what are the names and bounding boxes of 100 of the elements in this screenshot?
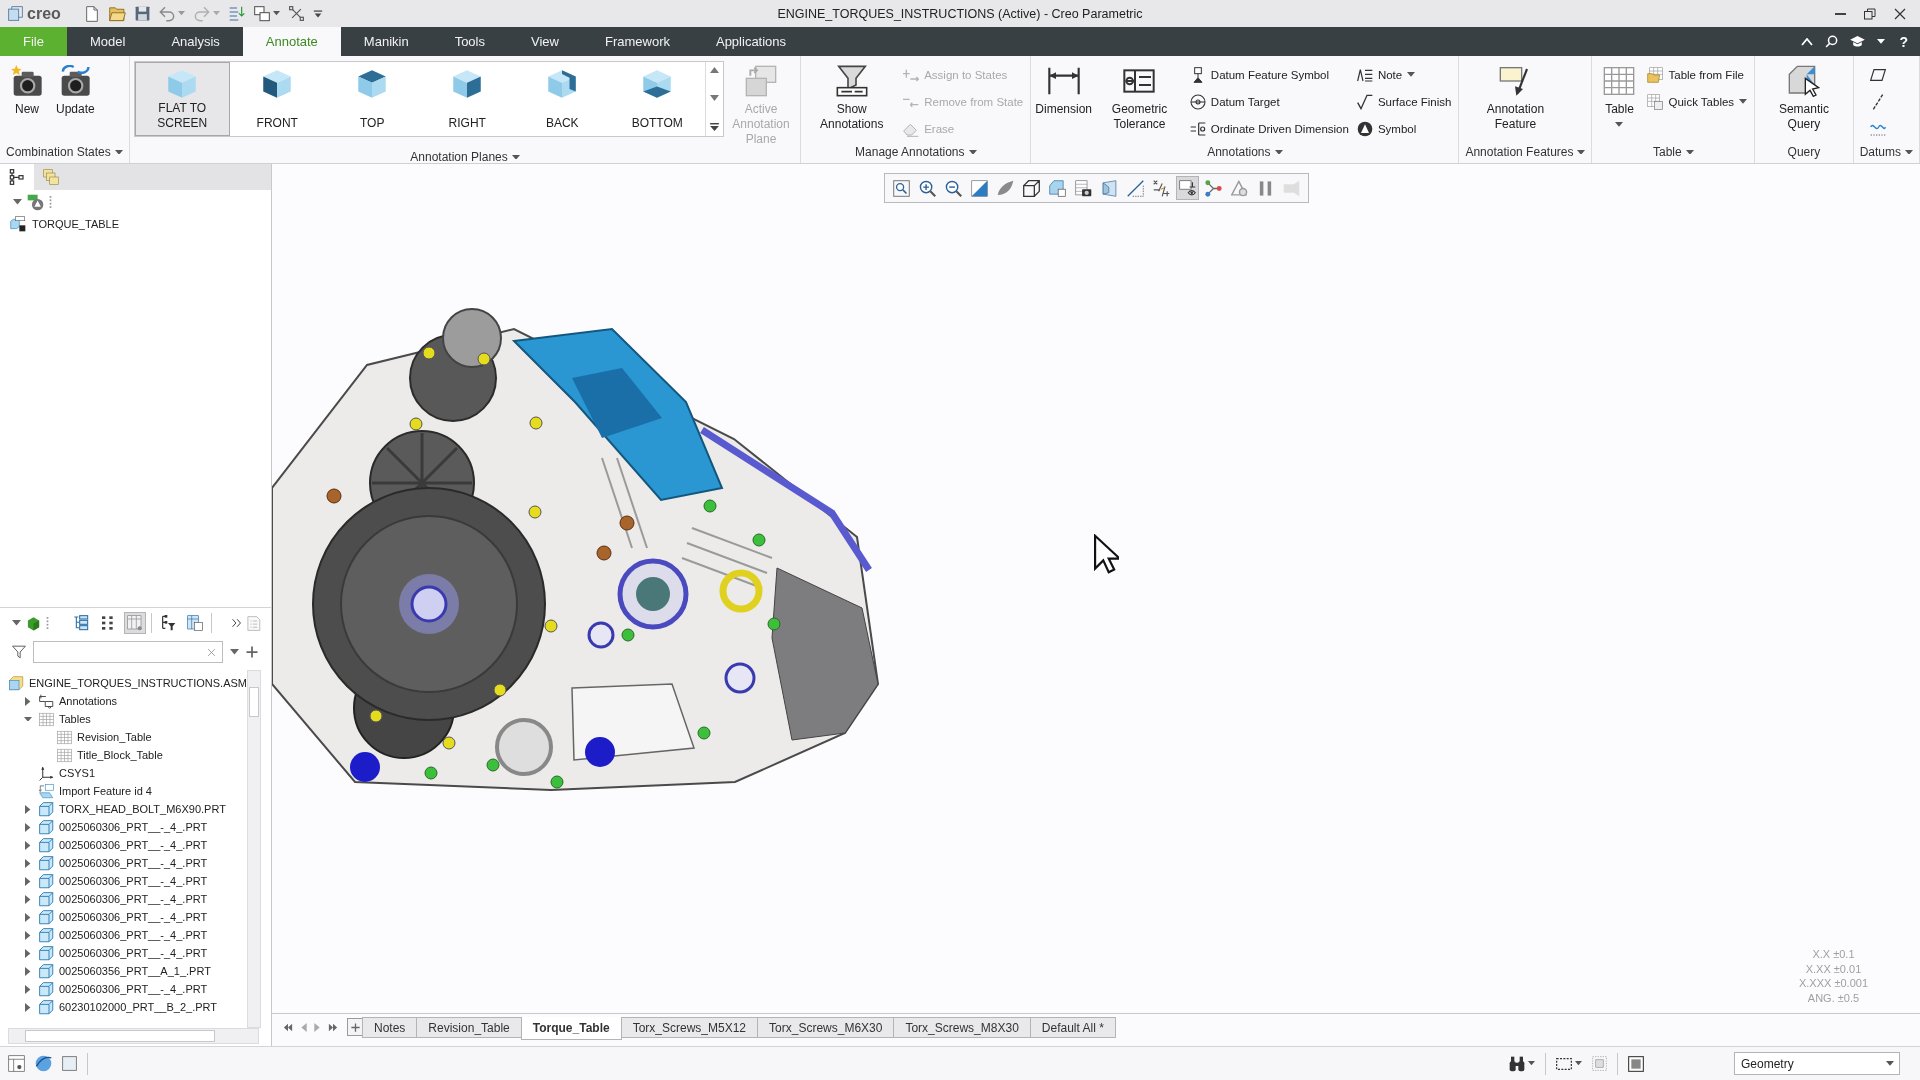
restore-icon[interactable] <box>1864 7 1876 20</box>
ribbon-tab[interactable]: View <box>508 27 582 56</box>
customize-icon[interactable] <box>312 9 323 18</box>
close-window-icon[interactable] <box>288 6 304 21</box>
caret-down-icon[interactable] <box>13 199 22 205</box>
plus-icon[interactable] <box>246 646 258 658</box>
regenerate-icon[interactable] <box>228 5 245 22</box>
tree-item[interactable]: Import Feature id 4 <box>59 785 152 797</box>
caret-down-icon[interactable] <box>12 620 21 626</box>
ribbon-tab[interactable]: Model <box>66 27 149 56</box>
group-menu-button[interactable]: Manage Annotations <box>853 145 979 159</box>
navigator-tab[interactable] <box>0 164 34 190</box>
double-chevron-icon[interactable] <box>232 618 241 628</box>
caret-right-icon[interactable] <box>25 1002 31 1012</box>
caret-down-icon[interactable] <box>230 649 239 655</box>
selection-filter-dropdown[interactable]: Geometry <box>1734 1052 1900 1075</box>
tree-item[interactable]: 0025060306_PRT__-_4_.PRT <box>59 857 208 869</box>
tree-item[interactable]: Tables <box>59 713 91 725</box>
group-menu-button[interactable]: Combination States <box>4 145 125 159</box>
caret-right-icon[interactable] <box>25 966 31 976</box>
group-menu-button[interactable]: Annotations <box>1205 145 1285 159</box>
caret-right-icon[interactable] <box>25 948 31 958</box>
tree-item[interactable]: CSYS1 <box>59 767 96 779</box>
help-button[interactable]: ? <box>1897 33 1910 50</box>
caret-right-icon[interactable] <box>25 984 31 994</box>
selection-box-icon[interactable] <box>1556 1055 1572 1072</box>
binoculars-icon[interactable] <box>1509 1055 1525 1072</box>
sheet-tab[interactable]: Torx_Screws_M6X30 <box>757 1017 895 1038</box>
ribbon-button[interactable]: Note <box>1353 63 1455 86</box>
tree-item[interactable]: 0025060306_PRT__-_4_.PRT <box>59 929 208 941</box>
add-tab-button[interactable] <box>347 1018 363 1036</box>
view-tool-button[interactable] <box>1175 176 1199 200</box>
caret-down-icon[interactable] <box>24 716 32 722</box>
ribbon-button[interactable]: Dimension <box>1035 60 1093 120</box>
caret-down-icon[interactable] <box>1528 1061 1535 1066</box>
gallery-tile[interactable]: BOTTOM <box>609 62 705 136</box>
gallery-more-icon[interactable] <box>709 123 719 131</box>
scroll-up-icon[interactable] <box>709 67 719 73</box>
ribbon-button[interactable]: Surface Finish <box>1353 90 1455 113</box>
tree-item[interactable]: 0025060306_PRT__-_4_.PRT <box>59 911 208 923</box>
window-icon[interactable] <box>62 1056 77 1071</box>
group-menu-button[interactable]: Annotation Planes <box>408 150 522 163</box>
tree-item[interactable]: 0025060306_PRT__-_4_.PRT <box>59 983 208 995</box>
tree-item[interactable]: 0025060306_PRT__-_4_.PRT <box>59 893 208 905</box>
ribbon-tab[interactable]: Manikin <box>340 27 432 56</box>
caret-right-icon[interactable] <box>25 858 31 868</box>
tree-item[interactable]: TORX_HEAD_BOLT_M6X90.PRT <box>59 803 226 815</box>
caret-right-icon[interactable] <box>25 804 31 814</box>
cube-icon[interactable] <box>26 615 41 631</box>
ribbon-button[interactable]: Table <box>1596 60 1643 130</box>
open-folder-icon[interactable] <box>108 5 126 22</box>
ribbon-button[interactable]: Geometric Tolerance <box>1094 60 1185 135</box>
more-icon[interactable] <box>46 617 49 629</box>
sheet-tab[interactable]: Torx_Screws_M8X30 <box>893 1017 1031 1038</box>
ribbon-button[interactable]: Ordinate Driven Dimension <box>1186 117 1352 140</box>
graduation-cap-icon[interactable] <box>1850 36 1866 47</box>
caret-right-icon[interactable] <box>25 876 31 886</box>
ribbon-tab[interactable]: Tools <box>431 27 508 56</box>
sheet-tab[interactable]: Torx_Screws_M5X12 <box>620 1017 759 1038</box>
ribbon-button[interactable]: Annotation Feature <box>1463 60 1568 135</box>
tree-item[interactable]: 0025060356_PRT__A_1_.PRT <box>59 965 211 977</box>
plane-icon[interactable] <box>1869 66 1886 83</box>
tree-item[interactable]: 0025060306_PRT__-_4_.PRT <box>59 821 208 833</box>
horizontal-scrollbar[interactable] <box>8 1028 259 1044</box>
sheet-tab[interactable]: Revision_Table <box>416 1017 522 1038</box>
ribbon-button[interactable]: Datum Feature Symbol <box>1186 63 1352 86</box>
sheet-tab[interactable]: Torque_Table <box>520 1017 622 1040</box>
tree-item[interactable]: ENGINE_TORQUES_INSTRUCTIONS.ASM <box>29 677 247 689</box>
minimize-icon[interactable] <box>1835 12 1846 15</box>
globe-icon[interactable] <box>35 1055 52 1072</box>
caret-right-icon[interactable] <box>25 894 31 904</box>
new-file-icon[interactable] <box>83 5 100 22</box>
ribbon-button[interactable]: Update <box>52 60 99 120</box>
tree-item[interactable]: 60230102000_PRT__B_2_.PRT <box>59 1001 217 1013</box>
caret-right-icon[interactable] <box>25 822 31 832</box>
save-icon[interactable] <box>134 6 150 21</box>
caret-right-icon[interactable] <box>25 912 31 922</box>
scroll-down-icon[interactable] <box>709 95 719 101</box>
gallery-tile[interactable]: BACK <box>514 62 610 136</box>
tree-item[interactable]: 0025060306_PRT__-_4_.PRT <box>59 947 208 959</box>
tree-item[interactable]: Annotations <box>59 695 118 707</box>
ribbon-tab[interactable]: Analysis <box>148 27 243 56</box>
tree-item[interactable]: TORQUE_TABLE <box>32 218 119 230</box>
group-menu-button[interactable]: Table <box>1650 145 1696 159</box>
ribbon-button[interactable]: Symbol <box>1353 117 1455 140</box>
undo-icon[interactable] <box>158 5 175 22</box>
filter-icon[interactable] <box>12 645 26 659</box>
more-icon[interactable] <box>49 196 52 208</box>
filter-field[interactable] <box>33 641 223 663</box>
caret-down-icon[interactable] <box>272 11 280 16</box>
group-menu-button[interactable]: Annotation Features <box>1463 145 1588 159</box>
tree-item[interactable]: Title_Block_Table <box>77 749 163 761</box>
first-icon[interactable] <box>282 1023 294 1032</box>
gallery-tile[interactable]: RIGHT <box>419 62 515 136</box>
ribbon-button[interactable]: Show Annotations <box>805 60 899 135</box>
caret-right-icon[interactable] <box>25 930 31 940</box>
gallery-tile[interactable]: FRONT <box>229 62 325 136</box>
annotation-state-icon[interactable] <box>27 193 44 211</box>
gallery-tile[interactable]: TOP <box>324 62 420 136</box>
last-icon[interactable] <box>327 1023 339 1032</box>
